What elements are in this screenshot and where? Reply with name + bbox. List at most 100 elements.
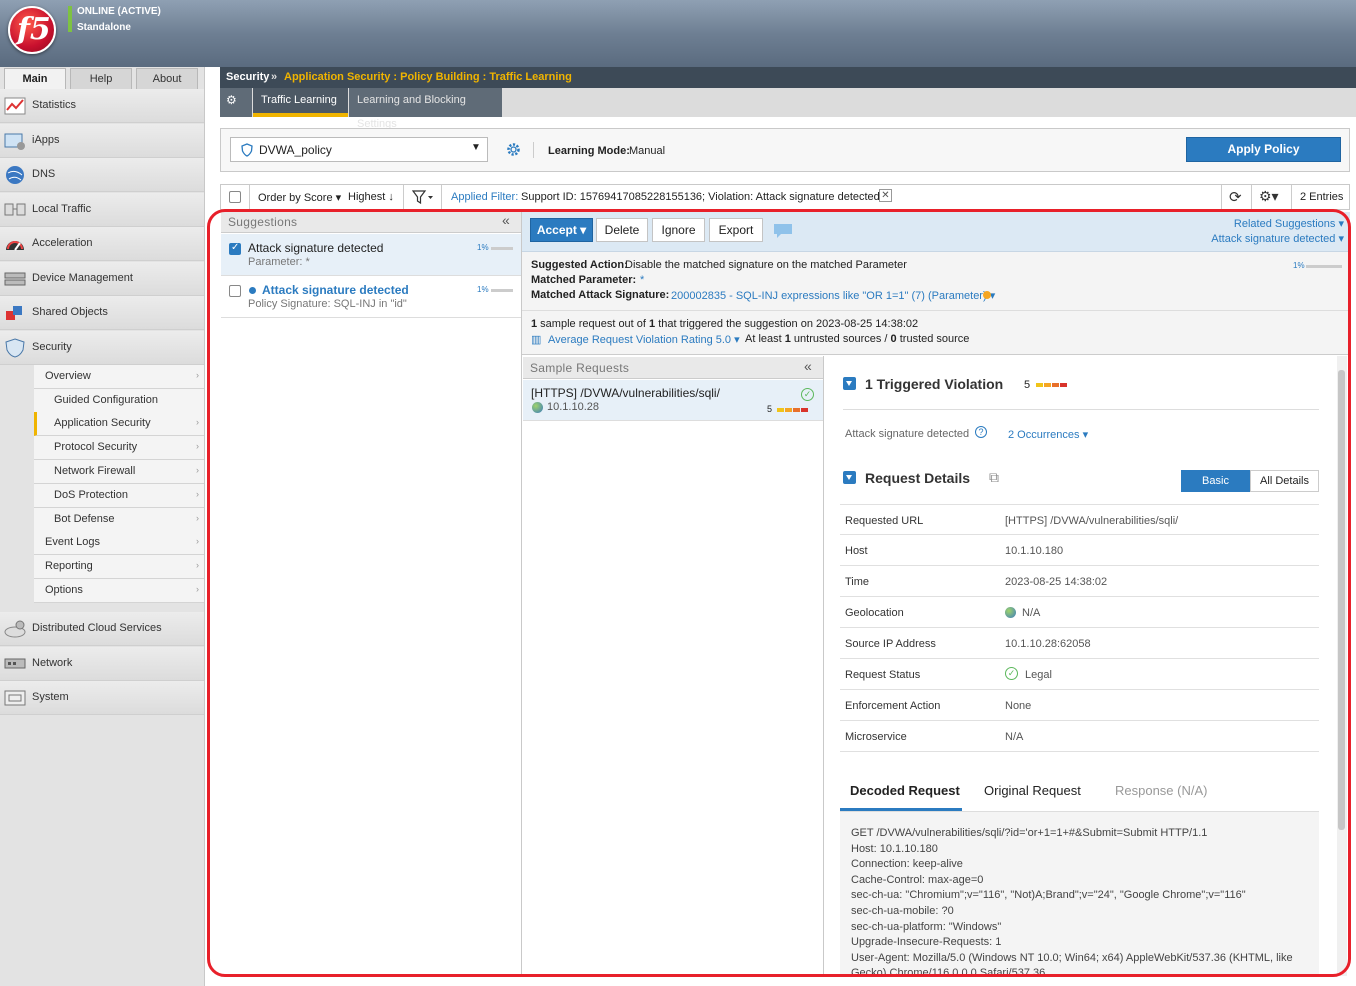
- sub-tab-bar: ⚙ ▾ Traffic Learning Learning and Blocki…: [220, 88, 1356, 131]
- rating-bars: [777, 404, 809, 416]
- apply-policy-button[interactable]: Apply Policy: [1186, 137, 1341, 162]
- suggestion-checkbox[interactable]: ✓: [229, 242, 241, 255]
- gear-icon[interactable]: [505, 141, 522, 158]
- suggestion-item[interactable]: ✓ Attack signature detected Parameter: *…: [221, 234, 521, 276]
- score-meter: [491, 247, 513, 250]
- chevron-right-icon: ›: [196, 584, 199, 594]
- status-text: ONLINE (ACTIVE): [77, 6, 161, 17]
- tab-main[interactable]: Main: [4, 68, 66, 89]
- sub-dos-protection[interactable]: DoS Protection ›: [34, 484, 204, 508]
- tab-learning-blocking-settings[interactable]: Learning and Blocking Settings: [349, 88, 502, 130]
- related-filter-link[interactable]: Attack signature detected ▾: [1211, 232, 1344, 245]
- detail-row: Enforcement Action None: [840, 690, 1319, 721]
- delete-button[interactable]: Delete: [596, 218, 648, 242]
- matched-signature-link[interactable]: 200002835 - SQL-INJ expressions like "OR…: [671, 289, 995, 302]
- sub-guided-configuration[interactable]: Guided Configuration: [34, 389, 204, 413]
- help-icon[interactable]: ?: [975, 426, 987, 438]
- chevron-right-icon: ›: [196, 489, 199, 499]
- select-all-checkbox[interactable]: [229, 191, 241, 203]
- chevron-right-icon: ›: [196, 370, 199, 380]
- export-button[interactable]: Export: [709, 218, 763, 242]
- sub-options[interactable]: Options ›: [34, 579, 204, 603]
- nav-acceleration[interactable]: Acceleration: [0, 227, 204, 261]
- sort-direction[interactable]: Highest ↓: [348, 191, 394, 203]
- sub-application-security[interactable]: Application Security ›: [34, 412, 204, 436]
- policy-select[interactable]: DVWA_policy ▼: [230, 137, 488, 162]
- breadcrumb-path[interactable]: Application Security : Policy Building :…: [284, 71, 572, 83]
- ignore-button[interactable]: Ignore: [652, 218, 705, 242]
- nav-system[interactable]: System: [0, 681, 204, 715]
- details-scrollbar[interactable]: [1337, 356, 1347, 976]
- nav-security[interactable]: Security: [0, 331, 204, 365]
- suggestion-subtitle: Policy Signature: SQL-INJ in "id": [248, 298, 407, 310]
- tab-decoded-request[interactable]: Decoded Request: [850, 783, 960, 798]
- collapse-icon[interactable]: «: [804, 358, 812, 374]
- external-link-icon[interactable]: ⧉: [989, 469, 999, 486]
- nav-iapps[interactable]: iApps: [0, 124, 204, 158]
- breadcrumb-root[interactable]: Security: [226, 71, 269, 83]
- sample-request-item[interactable]: [HTTPS] /DVWA/vulnerabilities/sqli/ 10.1…: [523, 380, 823, 421]
- nav-statistics[interactable]: Statistics: [0, 89, 204, 123]
- chevron-right-icon: ›: [196, 441, 199, 451]
- nav-network[interactable]: Network: [0, 647, 204, 681]
- score-meter: [1306, 265, 1342, 268]
- f5-logo[interactable]: f5: [8, 6, 56, 54]
- sub-protocol-security[interactable]: Protocol Security ›: [34, 436, 204, 460]
- collapse-icon[interactable]: «: [502, 212, 510, 228]
- sample-url: [HTTPS] /DVWA/vulnerabilities/sqli/: [531, 386, 720, 400]
- entries-count: 2 Entries: [1300, 191, 1344, 203]
- related-suggestions-link[interactable]: Related Suggestions ▾: [1234, 217, 1344, 230]
- comment-icon[interactable]: [773, 223, 793, 239]
- filter-icon[interactable]: [412, 190, 434, 204]
- divider: [1221, 185, 1222, 209]
- detail-row: Time 2023-08-25 14:38:02: [840, 566, 1319, 597]
- nav-local-traffic[interactable]: Local Traffic: [0, 193, 204, 227]
- clear-filter-icon[interactable]: ✕: [879, 189, 892, 202]
- matched-signature-label: Matched Attack Signature:: [531, 289, 670, 301]
- refresh-icon[interactable]: ⟳: [1229, 188, 1242, 206]
- sub-bot-defense[interactable]: Bot Defense ›: [34, 508, 204, 532]
- learning-mode-value: Manual: [629, 145, 666, 157]
- collapse-toggle-icon[interactable]: [843, 471, 856, 484]
- nav-shared-objects[interactable]: Shared Objects: [0, 296, 204, 330]
- tab-response[interactable]: Response (N/A): [1115, 783, 1207, 798]
- sources-summary: At least 1 untrusted sources / 0 trusted…: [745, 333, 970, 345]
- chevron-right-icon: ›: [196, 465, 199, 475]
- top-header: [0, 0, 1356, 67]
- iapps-icon: [4, 133, 25, 150]
- settings-gear-icon[interactable]: ⚙▾: [1259, 188, 1279, 205]
- dns-icon: [6, 166, 24, 184]
- basic-view-button[interactable]: Basic: [1181, 470, 1250, 492]
- tab-traffic-learning[interactable]: Traffic Learning: [253, 88, 348, 117]
- accept-button[interactable]: Accept ▾: [530, 218, 593, 242]
- acceleration-icon: [6, 241, 24, 251]
- collapse-toggle-icon[interactable]: [843, 377, 856, 390]
- applied-filter-value: Support ID: 15769417085228155136; Violat…: [521, 191, 880, 203]
- violation-rating: 5: [1024, 379, 1031, 391]
- gear-menu-icon[interactable]: ⚙ ▾: [220, 88, 252, 131]
- nav-distributed-cloud-services[interactable]: Distributed Cloud Services: [0, 612, 204, 646]
- severity-dot-icon: [983, 291, 991, 299]
- suggested-action-value: Disable the matched signature on the mat…: [625, 259, 907, 271]
- chevron-right-icon: ›: [196, 513, 199, 523]
- violation-title: 1 Triggered Violation: [865, 376, 1004, 392]
- rating-dropdown[interactable]: Average Request Violation Rating 5.0 ▾: [548, 333, 740, 346]
- sub-reporting[interactable]: Reporting ›: [34, 555, 204, 579]
- order-by-dropdown[interactable]: Order by Score ▾: [258, 191, 341, 204]
- nav-dns[interactable]: DNS: [0, 158, 204, 192]
- all-details-button[interactable]: All Details: [1250, 470, 1319, 492]
- security-icon: [5, 338, 25, 358]
- tab-original-request[interactable]: Original Request: [984, 783, 1081, 798]
- sub-network-firewall[interactable]: Network Firewall ›: [34, 460, 204, 484]
- matched-parameter-value[interactable]: *: [640, 274, 644, 286]
- sub-overview[interactable]: Overview ›: [34, 365, 204, 389]
- suggestion-checkbox[interactable]: [229, 285, 241, 297]
- nav-device-management[interactable]: Device Management: [0, 262, 204, 296]
- occurrences-link[interactable]: 2 Occurrences ▾: [1008, 428, 1088, 441]
- tab-help[interactable]: Help: [70, 68, 132, 89]
- suggestions-panel: [220, 210, 522, 976]
- tab-about[interactable]: About: [136, 68, 198, 89]
- suggestion-item[interactable]: Attack signature detected Policy Signatu…: [221, 276, 521, 318]
- sub-event-logs[interactable]: Event Logs ›: [34, 531, 204, 555]
- detail-row: Source IP Address 10.1.10.28:62058: [840, 628, 1319, 659]
